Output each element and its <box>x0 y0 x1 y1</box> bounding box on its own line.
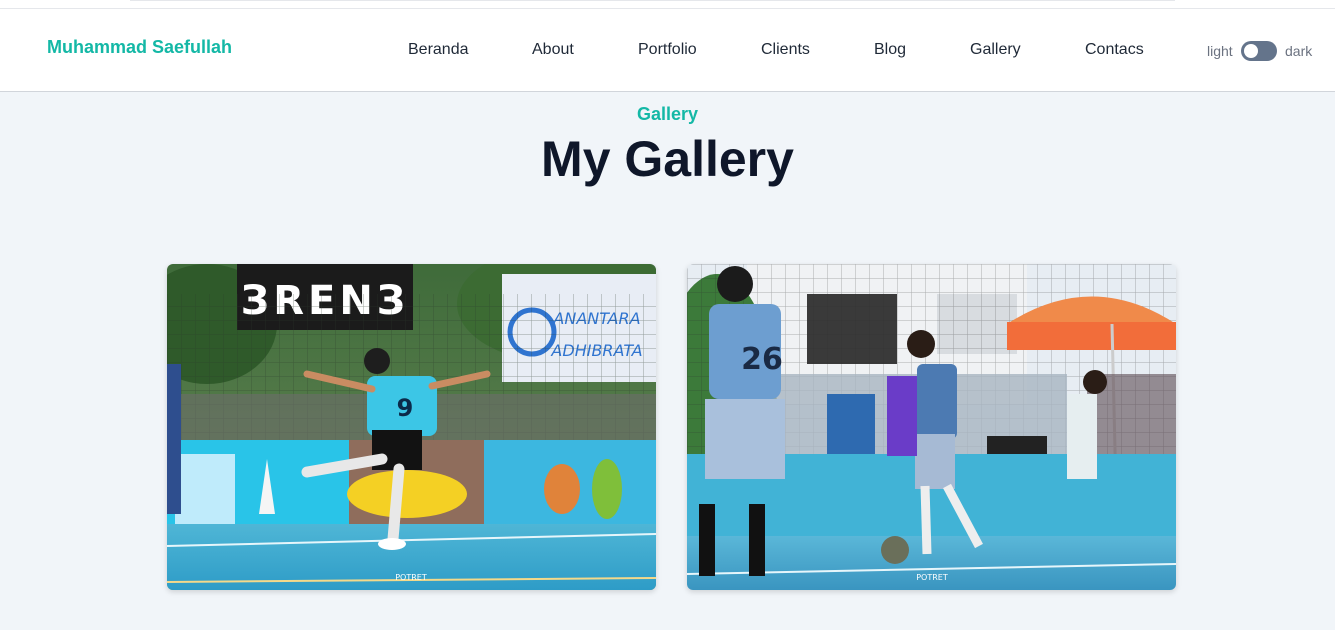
futsal-kick-photo-icon: ЗRENЗ ANANTARA ADHIBRATA 9 POTRET <box>167 264 656 590</box>
theme-light-label: light <box>1207 43 1233 59</box>
svg-text:9: 9 <box>397 394 414 422</box>
svg-text:POTRET: POTRET <box>395 573 427 582</box>
nav-about[interactable]: About <box>532 41 574 59</box>
nav-beranda[interactable]: Beranda <box>408 41 469 59</box>
nav-blog[interactable]: Blog <box>874 41 906 59</box>
page-title: My Gallery <box>541 131 794 187</box>
svg-text:26: 26 <box>741 342 783 377</box>
theme-switcher: light dark <box>1207 41 1317 61</box>
theme-dark-label: dark <box>1285 43 1313 59</box>
nav-gallery[interactable]: Gallery <box>970 41 1021 59</box>
nav-contacs[interactable]: Contacs <box>1085 41 1144 59</box>
futsal-dribble-photo-icon: 26 POTRET <box>687 264 1176 590</box>
nav-clients[interactable]: Clients <box>761 41 810 59</box>
toggle-knob <box>1244 44 1258 58</box>
svg-text:POTRET: POTRET <box>916 573 948 582</box>
section-label: Gallery <box>636 104 699 124</box>
main-nav: Beranda About Portfolio Clients Blog Gal… <box>0 9 1335 93</box>
dark-mode-toggle[interactable] <box>1241 41 1277 61</box>
top-strip <box>0 0 1335 8</box>
gallery-photo-1[interactable]: ЗRENЗ ANANTARA ADHIBRATA 9 POTRET <box>167 264 656 590</box>
gallery-photo-2[interactable]: 26 POTRET <box>687 264 1176 590</box>
nav-portfolio[interactable]: Portfolio <box>638 41 697 59</box>
navbar: Muhammad Saefullah Beranda About Portfol… <box>0 8 1335 92</box>
